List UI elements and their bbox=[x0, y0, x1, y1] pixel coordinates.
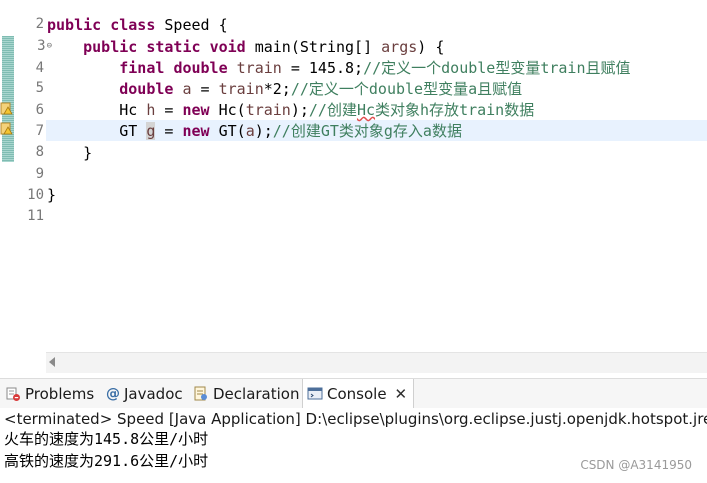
ruler-corner bbox=[0, 352, 46, 373]
quickdiff-change-bar bbox=[2, 36, 14, 162]
code-editor[interactable]: 2 3⊖ 4 5 6 7 8 9 10 11 public class Spee… bbox=[0, 0, 707, 352]
scroll-left-arrow-icon[interactable] bbox=[49, 357, 55, 367]
line-number: 2 bbox=[35, 16, 44, 32]
code-line: final double train = 145.8;//定义一个double型… bbox=[119, 59, 631, 77]
console-icon bbox=[307, 386, 323, 402]
line-number: 6 bbox=[35, 102, 44, 118]
line-number: 5 bbox=[35, 80, 44, 96]
line-number: 11 bbox=[27, 208, 44, 224]
views-tab-bar: Problems @ Javadoc Declaration Console ✕ bbox=[0, 378, 707, 410]
eclipse-window: 2 3⊖ 4 5 6 7 8 9 10 11 public class Spee… bbox=[0, 0, 707, 483]
close-icon[interactable]: ✕ bbox=[395, 385, 408, 403]
console-output-line: 高铁的速度为291.6公里/小时 bbox=[4, 452, 209, 470]
warning-marker-icon[interactable] bbox=[0, 121, 14, 135]
line-number: 8 bbox=[35, 144, 44, 160]
line-number: 10 bbox=[27, 187, 44, 203]
console-status: <terminated> Speed [Java Application] D:… bbox=[4, 410, 707, 428]
code-line: GT g = new GT(a);//创建GT类对象g存入a数据 bbox=[119, 122, 462, 140]
watermark: CSDN @A3141950 bbox=[580, 458, 692, 472]
warning-marker-icon[interactable] bbox=[0, 101, 14, 115]
line-number: 4 bbox=[35, 60, 44, 76]
line-number: 7 bbox=[35, 123, 44, 139]
code-line: double a = train*2;//定义一个double型变量a且赋值 bbox=[119, 80, 523, 98]
tab-javadoc[interactable]: @ Javadoc bbox=[106, 379, 183, 409]
spelling-squiggle: Hc bbox=[356, 101, 376, 119]
console-output-line: 火车的速度为145.8公里/小时 bbox=[4, 430, 209, 448]
tab-declaration[interactable]: Declaration bbox=[193, 379, 299, 409]
code-line: public static void main(String[] args) { bbox=[83, 38, 445, 56]
code-line: public class Speed { bbox=[47, 16, 228, 34]
code-line: } bbox=[47, 144, 93, 162]
problems-icon bbox=[5, 386, 21, 402]
at-icon: @ bbox=[106, 386, 120, 402]
line-number: 9 bbox=[35, 166, 44, 182]
declaration-icon bbox=[193, 386, 209, 402]
horizontal-scrollbar[interactable] bbox=[46, 352, 707, 373]
tab-problems[interactable]: Problems bbox=[5, 379, 94, 409]
tab-console[interactable]: Console ✕ bbox=[302, 379, 415, 409]
code-line: Hc h = new Hc(train);//创建Hc类对象h存放train数据 bbox=[119, 101, 535, 119]
code-line: } bbox=[47, 186, 57, 204]
